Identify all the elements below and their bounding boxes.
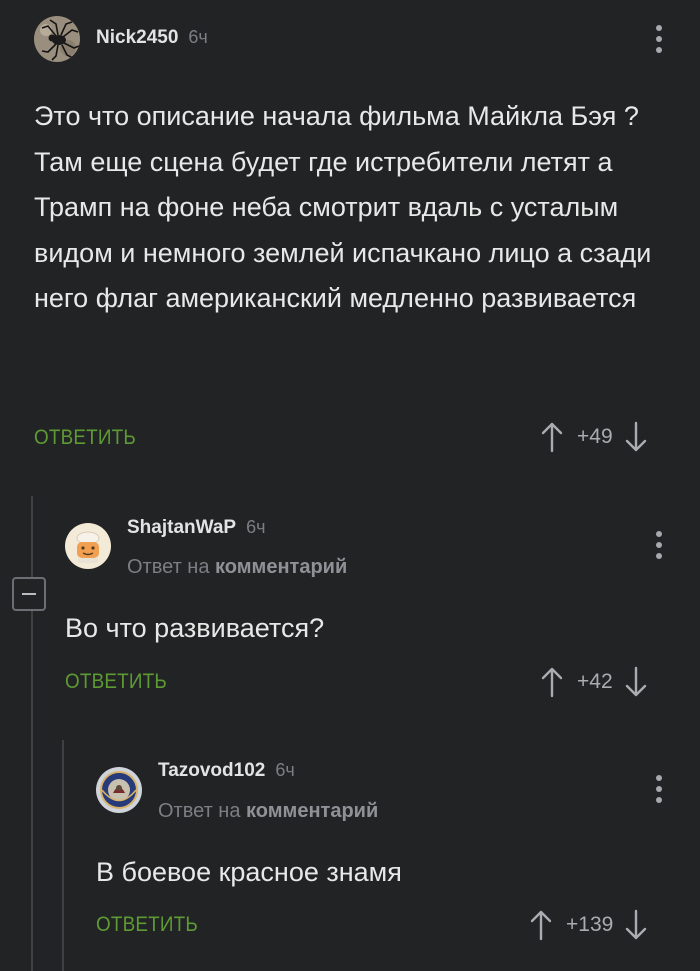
upvote-icon[interactable] <box>530 909 552 941</box>
thread-line-level-2 <box>62 740 64 971</box>
comment-text: Это что описание начала фильма Майкла Бэ… <box>34 101 652 313</box>
username[interactable]: Nick2450 <box>96 27 178 48</box>
reply-button[interactable]: ОТВЕТИТЬ <box>96 913 198 937</box>
avatar[interactable] <box>96 767 142 813</box>
more-options-icon[interactable] <box>654 775 664 803</box>
spider-avatar-icon <box>34 16 80 62</box>
cartoon-face-avatar-icon <box>65 523 111 569</box>
reply-to-prefix: Ответ на <box>158 800 241 822</box>
downvote-icon[interactable] <box>625 666 647 698</box>
downvote-icon[interactable] <box>625 909 647 941</box>
emblem-avatar-icon <box>96 767 142 813</box>
avatar[interactable] <box>65 523 111 569</box>
comment-text: В боевое красное знамя <box>96 857 402 887</box>
timestamp: 6ч <box>246 517 266 537</box>
comment-thread: Nick2450 6ч Это что описание начала фильм… <box>0 0 700 971</box>
reply-to-link[interactable]: комментарий <box>246 800 378 822</box>
username[interactable]: Tazovod102 <box>158 760 265 781</box>
reply-button[interactable]: ОТВЕТИТЬ <box>34 426 136 450</box>
vote-controls: +42 <box>541 666 647 698</box>
vote-controls: +49 <box>541 421 647 453</box>
avatar[interactable] <box>34 16 80 62</box>
reply-to-prefix: Ответ на <box>127 556 210 578</box>
comment-text: Во что развивается? <box>65 613 325 643</box>
more-options-icon[interactable] <box>654 531 664 559</box>
reply-to-link[interactable]: комментарий <box>215 556 347 578</box>
username[interactable]: ShajtanWaP <box>127 517 236 538</box>
downvote-icon[interactable] <box>625 421 647 453</box>
vote-controls: +139 <box>530 909 647 941</box>
upvote-icon[interactable] <box>541 421 563 453</box>
vote-score: +42 <box>577 670 613 693</box>
upvote-icon[interactable] <box>541 666 563 698</box>
thread-line-level-1 <box>31 496 33 971</box>
reply-to-label: Ответ на комментарий <box>127 556 347 579</box>
vote-score: +49 <box>577 425 613 448</box>
collapse-thread-button[interactable] <box>12 577 46 611</box>
reply-button[interactable]: ОТВЕТИТЬ <box>65 670 167 694</box>
reply-to-label: Ответ на комментарий <box>158 800 378 823</box>
timestamp: 6ч <box>275 760 295 780</box>
more-options-icon[interactable] <box>654 25 664 53</box>
timestamp: 6ч <box>188 27 208 47</box>
vote-score: +139 <box>566 913 614 936</box>
minus-icon <box>22 593 36 595</box>
